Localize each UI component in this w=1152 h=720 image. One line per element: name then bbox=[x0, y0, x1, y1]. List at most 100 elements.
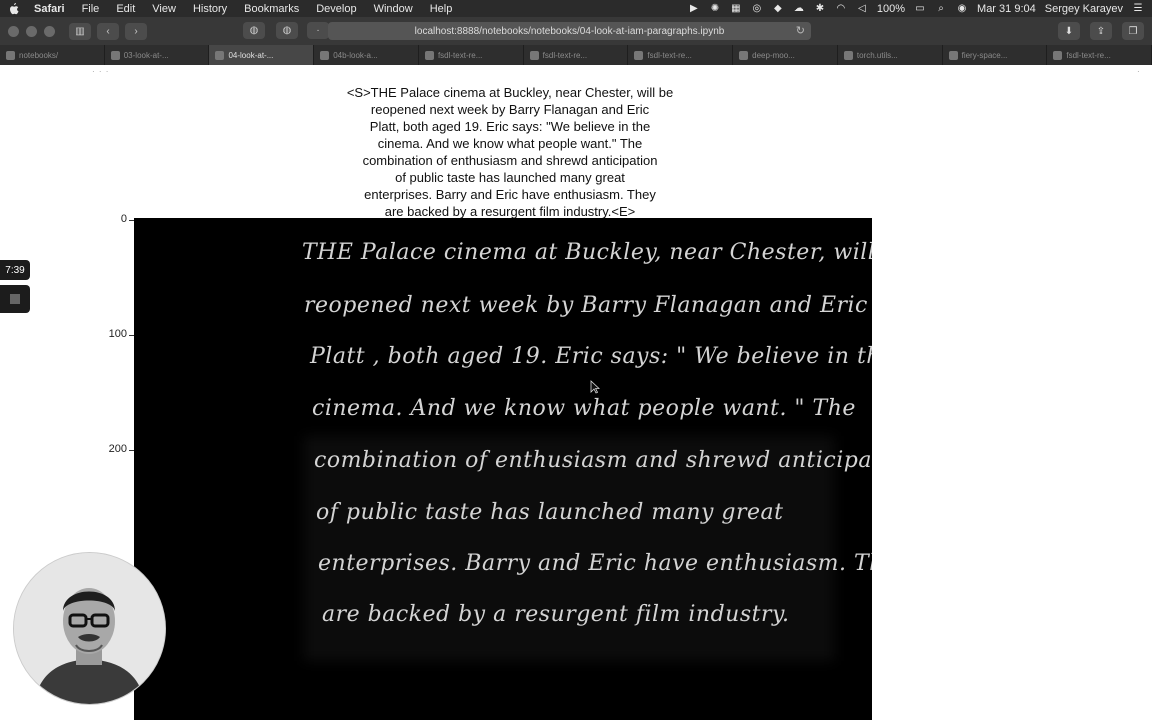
tab-bar: notebooks/ 03-look-at-... 04-look-at-...… bbox=[0, 45, 1152, 65]
transcript-line: combination of enthusiasm and shrewd ant… bbox=[362, 153, 658, 168]
jupyter-icon bbox=[6, 50, 15, 60]
bluetooth-icon[interactable]: ✱ bbox=[814, 3, 826, 15]
stop-recording-button[interactable] bbox=[0, 285, 30, 313]
toolbar-right: ⬇ ⇪ ❐ bbox=[1058, 22, 1144, 40]
downloads-button[interactable]: ⬇ bbox=[1058, 22, 1080, 40]
grid-icon[interactable]: ▦ bbox=[730, 3, 742, 15]
handwriting-line: are backed by a resurgent film industry. bbox=[322, 602, 790, 627]
menu-view[interactable]: View bbox=[152, 3, 176, 15]
handwriting-line: Platt , both aged 19. Eric says: " We be… bbox=[310, 344, 872, 369]
transcript-line: <S>THE Palace cinema at Buckley, near Ch… bbox=[346, 85, 674, 100]
handwriting-line: of public taste has launched many great bbox=[316, 500, 784, 525]
github-icon bbox=[1053, 50, 1063, 60]
dropbox-icon[interactable]: ◆ bbox=[772, 3, 784, 15]
recording-timer: 7:39 bbox=[0, 260, 30, 280]
tab-04-look-at[interactable]: 04-look-at-... bbox=[209, 45, 315, 65]
github-icon bbox=[634, 50, 644, 60]
stop-icon bbox=[10, 294, 20, 304]
transcript-line: enterprises. Barry and Eric have enthusi… bbox=[364, 187, 656, 202]
battery-percent[interactable]: 100% bbox=[877, 3, 905, 15]
menu-bookmarks[interactable]: Bookmarks bbox=[244, 3, 299, 15]
cell-divider-right: · bbox=[1137, 67, 1141, 76]
y-tick-label: 200 bbox=[108, 443, 127, 455]
github-icon bbox=[529, 50, 539, 60]
menu-file[interactable]: File bbox=[82, 3, 100, 15]
close-window-icon[interactable] bbox=[8, 25, 19, 37]
chevron-right-icon: › bbox=[134, 25, 138, 37]
control-center-icon[interactable]: ☰ bbox=[1132, 3, 1144, 15]
extension-button-2[interactable]: ◍ bbox=[276, 22, 298, 39]
zoom-window-icon[interactable] bbox=[44, 25, 55, 37]
menu-edit[interactable]: Edit bbox=[116, 3, 135, 15]
handwriting-line: reopened next week by Barry Flanagan and… bbox=[304, 293, 868, 318]
presenter-avatar bbox=[14, 553, 165, 704]
y-tick-label: 0 bbox=[120, 213, 127, 225]
notebook-output: · · · · <S>THE Palace cinema at Buckley,… bbox=[0, 65, 1152, 720]
tab-fsdl-text-4[interactable]: fsdl-text-re... bbox=[1047, 45, 1152, 65]
cell-divider: · · · bbox=[92, 67, 110, 76]
menu-history[interactable]: History bbox=[193, 3, 227, 15]
browser-toolbar: ▥ ‹ › ◍ ◍ · localhost:8888/notebooks/not… bbox=[0, 17, 1152, 45]
back-button[interactable]: ‹ bbox=[97, 22, 119, 40]
tab-torch-utils[interactable]: torch.utils... bbox=[838, 45, 943, 65]
reload-icon[interactable]: ↻ bbox=[796, 24, 805, 37]
chevron-left-icon: ‹ bbox=[106, 25, 110, 37]
apple-icon[interactable] bbox=[8, 2, 20, 15]
wifi-icon[interactable]: ◠ bbox=[835, 3, 847, 15]
tab-deep-moo[interactable]: deep-moo... bbox=[733, 45, 838, 65]
share-icon: ⇪ bbox=[1096, 25, 1106, 37]
menu-develop[interactable]: Develop bbox=[316, 3, 356, 15]
extension-icon: · bbox=[316, 25, 320, 36]
search-icon[interactable]: ⌕ bbox=[935, 3, 947, 15]
status-area: ▶ ✺ ▦ ◎ ◆ ☁ ✱ ◠ ◁ 100% ▭ ⌕ ◉ Mar 31 9:04… bbox=[688, 3, 1144, 15]
transcript-line: reopened next week by Barry Flanagan and… bbox=[370, 102, 650, 117]
transcript-line: cinema. And we know what people want." T… bbox=[377, 136, 643, 151]
tab-notebooks[interactable]: notebooks/ bbox=[0, 45, 105, 65]
torch-icon bbox=[843, 50, 853, 60]
site-icon bbox=[948, 50, 958, 60]
menu-window[interactable]: Window bbox=[374, 3, 413, 15]
menu-help[interactable]: Help bbox=[430, 3, 453, 15]
tabs-overview-button[interactable]: ❐ bbox=[1122, 22, 1144, 40]
tab-04b-look-at[interactable]: 04b-look-a... bbox=[314, 45, 419, 65]
user-name[interactable]: Sergey Karayev bbox=[1045, 3, 1123, 15]
tab-fiery-space[interactable]: fiery-space... bbox=[943, 45, 1048, 65]
circle-icon[interactable]: ◎ bbox=[751, 3, 763, 15]
gear-icon[interactable]: ✺ bbox=[709, 3, 721, 15]
tab-03-look-at[interactable]: 03-look-at-... bbox=[105, 45, 210, 65]
sidebar-toggle-button[interactable]: ▥ bbox=[69, 22, 91, 40]
cloud-icon[interactable]: ☁ bbox=[793, 3, 805, 15]
tab-fsdl-text-2[interactable]: fsdl-text-re... bbox=[524, 45, 629, 65]
site-icon bbox=[739, 50, 749, 60]
download-icon: ⬇ bbox=[1064, 25, 1074, 37]
minimize-window-icon[interactable] bbox=[26, 25, 37, 37]
handwriting-line: cinema. And we know what people want. " … bbox=[312, 396, 856, 421]
menu-app-safari[interactable]: Safari bbox=[34, 3, 65, 15]
extension-icon: ◍ bbox=[249, 25, 259, 36]
tab-fsdl-text-1[interactable]: fsdl-text-re... bbox=[419, 45, 524, 65]
github-icon bbox=[424, 50, 434, 60]
macos-menu-bar: Safari File Edit View History Bookmarks … bbox=[0, 0, 1152, 17]
forward-button[interactable]: › bbox=[125, 22, 147, 40]
address-bar[interactable]: localhost:8888/notebooks/notebooks/04-lo… bbox=[328, 22, 811, 40]
handwriting-image: THE Palace cinema at Buckley, near Chest… bbox=[134, 218, 872, 720]
tabs-icon: ❐ bbox=[1128, 25, 1138, 37]
tab-fsdl-text-3[interactable]: fsdl-text-re... bbox=[628, 45, 734, 65]
y-tick-label: 100 bbox=[108, 328, 127, 340]
battery-icon[interactable]: ▭ bbox=[914, 3, 926, 15]
handwriting-line: THE Palace cinema at Buckley, near Chest… bbox=[302, 240, 872, 265]
extension-icon: ◍ bbox=[282, 25, 292, 36]
share-button[interactable]: ⇪ bbox=[1090, 22, 1112, 40]
jupyter-icon bbox=[110, 50, 120, 60]
webcam-overlay bbox=[13, 552, 166, 705]
handwriting-line: enterprises. Barry and Eric have enthusi… bbox=[318, 551, 872, 576]
play-icon[interactable]: ▶ bbox=[688, 3, 700, 15]
jupyter-icon bbox=[320, 50, 330, 60]
siri-icon[interactable]: ◉ bbox=[956, 3, 968, 15]
extension-button-1[interactable]: ◍ bbox=[243, 22, 265, 39]
extension-button-3[interactable]: · bbox=[307, 22, 329, 39]
jupyter-icon bbox=[215, 50, 225, 60]
mouse-cursor-icon bbox=[590, 380, 600, 394]
volume-icon[interactable]: ◁ bbox=[856, 3, 868, 15]
clock[interactable]: Mar 31 9:04 bbox=[977, 3, 1036, 15]
